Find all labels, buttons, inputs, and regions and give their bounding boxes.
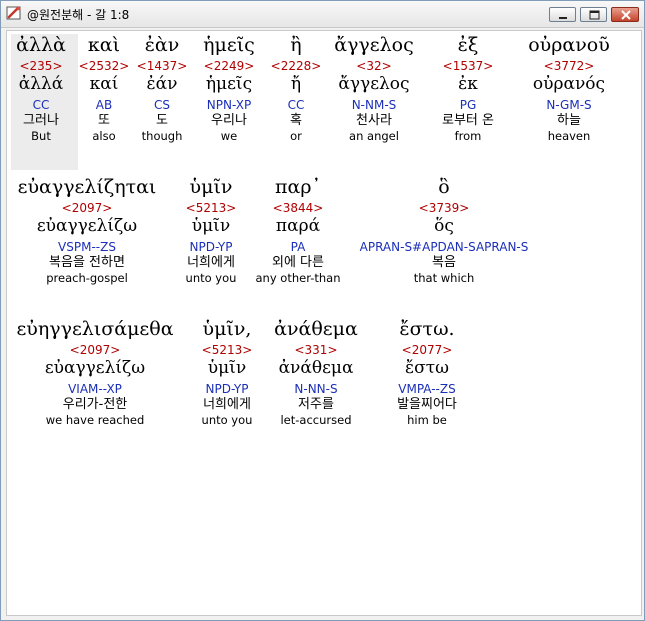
word-korean: 복음 (432, 255, 456, 270)
word-greek: ἔστω. (399, 318, 455, 340)
word-strong[interactable]: <3739> (334, 201, 554, 215)
word-3-4[interactable]: ἔστω. <2077> ἔστω VMPA--ZS 발을찌어다 him be (317, 317, 537, 427)
word-korean: 발을찌어다 (397, 397, 457, 412)
word-lemma: ἔστω (405, 358, 449, 378)
word-english: that which (413, 271, 475, 285)
word-1-8[interactable]: οὐρανοῦ <3772> οὐρανός N-GM-S 하늘 heaven (459, 33, 641, 143)
close-icon (621, 10, 631, 20)
word-greek: οὐρανοῦ (528, 34, 610, 56)
app-window: @원전분해 - 갈 1:8 ἀλλὰ <235> ἀλλά CC 그러나 But καὶ <2… (0, 0, 645, 621)
word-english: him be (407, 413, 447, 427)
word-english: heaven (547, 129, 591, 143)
close-button[interactable] (611, 7, 639, 22)
word-strong[interactable]: <2077> (317, 343, 537, 357)
title-bar[interactable]: @원전분해 - 갈 1:8 (1, 1, 644, 28)
word-greek: ὃ (438, 176, 450, 198)
interlinear-panel[interactable]: ἀλλὰ <235> ἀλλά CC 그러나 But καὶ <2532> καί AB 또 also… (6, 30, 642, 616)
word-parse: APRAN-S#APDAN-SAPRAN-S (359, 240, 529, 254)
window-title: @원전분해 - 갈 1:8 (27, 8, 130, 22)
word-2-4[interactable]: ὃ <3739> ὅς APRAN-S#APDAN-SAPRAN-S 복음 that wh… (334, 175, 554, 285)
word-parse: N-GM-S (546, 98, 592, 112)
word-parse: VMPA--ZS (398, 382, 456, 396)
word-korean: 하늘 (557, 113, 581, 128)
minimize-icon (559, 17, 567, 19)
word-strong[interactable]: <3772> (459, 59, 641, 73)
word-lemma: οὐρανός (532, 74, 606, 94)
minimize-button[interactable] (549, 7, 576, 22)
maximize-button[interactable] (580, 7, 607, 22)
app-icon (6, 5, 22, 21)
maximize-icon (589, 10, 600, 20)
word-lemma: ὅς (434, 216, 454, 236)
